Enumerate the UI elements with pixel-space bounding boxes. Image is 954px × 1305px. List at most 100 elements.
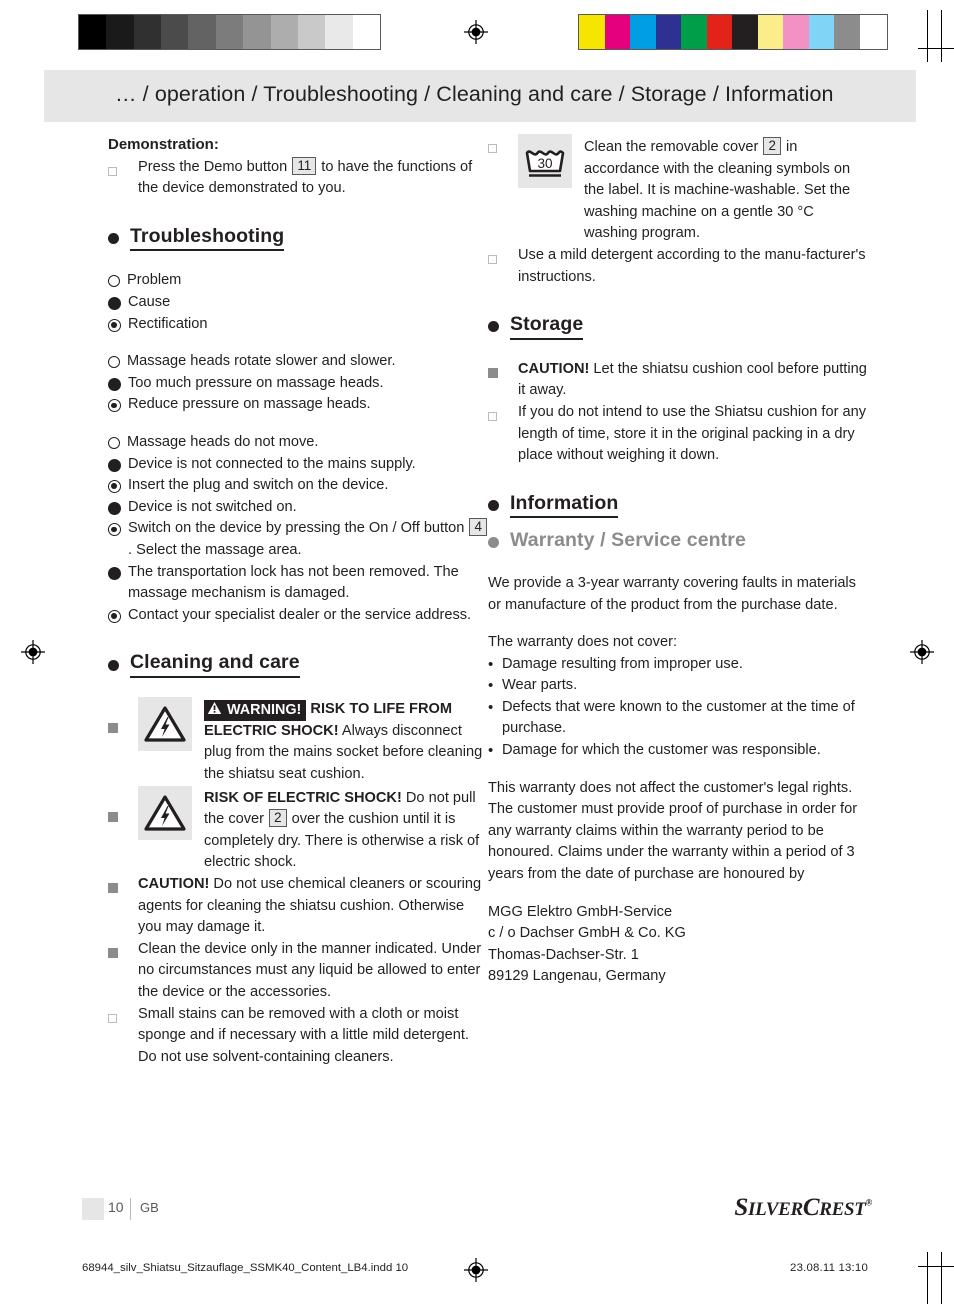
warranty-exclusion-item: • Damage for which the customer was resp… [488,740,870,762]
demonstration-item: Press the Demo button 11 to have the fun… [108,156,490,200]
circle-filled-icon [108,377,121,391]
warranty-exclusion-text: Damage resulting from improper use. [502,655,743,672]
bullet-point-icon: • [488,742,494,760]
calibration-swatch [579,15,605,49]
brand-logo-ilver: ILVER [748,1199,803,1220]
calibration-swatch [106,15,134,49]
calibration-swatch [215,15,244,49]
trouble-item-text: Device is not switched on. [128,498,297,515]
list-marker-square-outline [488,134,518,161]
warranty-paragraph-3: This warranty does not affect the custom… [488,779,853,796]
locale-code: GB [140,1200,159,1215]
print-datetime: 23.08.11 13:10 [790,1262,868,1274]
section-heading-troubleshooting: Troubleshooting [108,225,490,255]
legend-item-problem: Problem [108,270,490,292]
calibration-swatch [655,15,681,49]
warning-badge-label: WARNING! [227,701,302,718]
part-reference-11: 11 [292,156,317,175]
calibration-swatch [604,15,630,49]
section-heading-troubleshooting-label: Troubleshooting [130,225,285,252]
list-marker-square-filled [108,697,138,741]
bullet-dot-icon [108,659,119,671]
list-marker-square-outline [108,157,138,184]
print-marks: 68944_silv_Shiatsu_Sitzauflage_SSMK40_Co… [0,1262,954,1280]
section-heading-storage-label: Storage [510,314,584,340]
cleaning-item-4: Clean the device only in the manner indi… [108,939,490,1004]
crop-mark [927,10,928,62]
storage-item-2: If you do not intend to use the Shiatsu … [488,402,870,467]
bullet-point-icon: • [488,677,494,695]
trouble-item-text-after: . Select the massage area. [128,541,302,558]
trouble-item-text: Massage heads do not move. [127,433,319,450]
list-marker-square-outline [488,245,518,272]
circle-filled-icon [108,501,121,515]
cleaning-warning-item-1: WARNING! RISK TO LIFE FROM ELECTRIC SHOC… [108,696,490,786]
section-heading-cleaning-and-care-label: Cleaning and care [130,652,300,678]
calibration-swatch [783,15,809,49]
warranty-paragraph-1: We provide a 3-year warranty covering fa… [488,574,856,613]
washing-item-1-text: Clean the removable cover 2 in accordanc… [584,134,870,245]
grayscale-calibration-bar [78,14,381,50]
trouble-item: Massage heads do not move. [108,432,490,454]
cleaning-item-3-bold: CAUTION! [138,876,210,893]
washing-item-1-body-a: Clean the removable cover [584,139,763,155]
warranty-exclusion-item: • Damage resulting from improper use. [488,654,870,676]
subsection-heading-warranty: Warranty / Service centre [488,530,870,557]
brand-logo: SILVERCREST® [734,1194,872,1222]
trouble-item-text: Massage heads rotate slower and slower. [127,353,396,370]
list-marker-square-filled [108,874,138,901]
circle-outline-icon [108,275,120,288]
wash-30-degrees-icon-wrap: 30 [518,134,584,188]
calibration-swatch [325,15,353,49]
footer-divider [130,1198,131,1220]
circle-filled-icon [108,566,121,580]
part-reference-2: 2 [763,137,781,155]
trouble-item: Insert the plug and switch on the device… [108,475,490,497]
service-address-line: MGG Elektro GmbH-Service [488,903,673,920]
crop-mark [941,10,942,62]
warning-triangle-icon [207,701,222,720]
service-address-line: Thomas-Dachser-Str. 1 [488,946,639,963]
cleaning-warning-item-2-text: RISK OF ELECTRIC SHOCK! Do not pull the … [204,786,490,874]
brand-logo-s: S [734,1194,749,1221]
calibration-swatch [79,15,107,49]
part-reference-2: 2 [269,809,287,828]
warranty-exclusion-text: Defects that were known to the customer … [502,698,855,737]
storage-item-2-body: If you do not intend to use the Shiatsu … [518,403,867,464]
storage-item-1-bold: CAUTION! [518,360,590,377]
list-marker-square-filled [108,939,138,966]
color-calibration-bar [578,14,888,50]
breadcrumb: … / operation / Troubleshooting / Cleani… [115,82,834,106]
page-number-chip [82,1198,104,1220]
svg-text:30: 30 [537,156,552,171]
brand-registered-mark: ® [865,1197,873,1208]
cleaning-item-4-body: Clean the device only in the manner indi… [138,940,482,1000]
washing-item-2: Use a mild detergent according to the ma… [488,245,870,288]
trouble-item: Massage heads rotate slower and slower. [108,351,490,373]
cleaning-item-5: Small stains can be removed with a cloth… [108,1004,490,1069]
washing-item-1: 30 Clean the removable cover 2 in accord… [488,134,870,245]
calibration-swatch [188,15,216,49]
trouble-item-text: Switch on the device by pressing the On … [128,518,490,561]
circle-target-icon [108,399,121,413]
section-heading-information-label: Information [510,492,619,519]
demonstration-item-text: Press the Demo button 11 to have the fun… [138,156,473,197]
registration-mark-left [20,639,46,665]
demonstration-heading: Demonstration: [108,136,219,153]
brand-logo-c: C [802,1194,820,1221]
list-marker-square-filled [108,786,138,830]
wash-30-degrees-icon: 30 [518,134,572,188]
electric-shock-triangle-icon [138,785,192,840]
warranty-exclusion-text: Damage for which the customer was respon… [502,742,821,759]
warranty-exclusion-text: Wear parts. [502,677,578,694]
trouble-item: Reduce pressure on massage heads. [108,394,490,416]
cleaning-warning-item-2: RISK OF ELECTRIC SHOCK! Do not pull the … [108,785,490,874]
warranty-paragraph-4: The customer must provide proof of purch… [488,801,858,883]
circle-target-icon [108,480,121,494]
calibration-swatch [732,15,758,49]
cleaning-item-5-body: Small stains can be removed with a cloth… [138,1005,469,1065]
warranty-exclusion-item: • Defects that were known to the custome… [488,697,870,740]
list-marker-square-outline [108,1004,138,1031]
calibration-swatch [834,15,860,49]
registration-mark-top [463,19,489,45]
